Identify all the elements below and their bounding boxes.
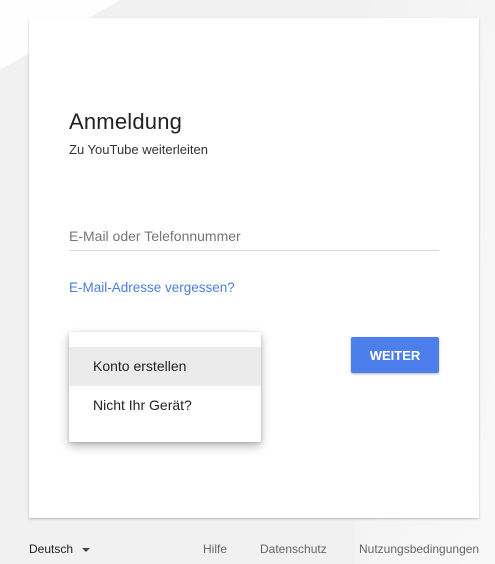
language-label: Deutsch [29, 542, 74, 556]
footer-link-help[interactable]: Hilfe [203, 542, 227, 556]
signin-card: Anmeldung Zu YouTube weiterleiten E-Mail… [29, 18, 479, 518]
footer: Deutsch Hilfe Datenschutz Nutzungsbeding… [29, 542, 481, 560]
page-title: Anmeldung [69, 109, 183, 134]
caret-down-icon [82, 547, 91, 552]
next-button[interactable]: WEITER [351, 337, 439, 373]
footer-link-terms[interactable]: Nutzungsbedingungen [359, 542, 479, 556]
page-subtitle: Zu YouTube weiterleiten [69, 142, 209, 157]
email-field[interactable] [69, 224, 439, 248]
menu-item-create-account[interactable]: Konto erstellen [69, 347, 261, 386]
more-options-menu: Konto erstellen Nicht Ihr Gerät? [69, 332, 261, 442]
menu-item-not-your-device[interactable]: Nicht Ihr Gerät? [69, 386, 261, 425]
language-selector[interactable]: Deutsch [29, 542, 91, 556]
footer-link-privacy[interactable]: Datenschutz [260, 542, 327, 556]
email-field-container [69, 224, 439, 251]
forgot-email-link[interactable]: E-Mail-Adresse vergessen? [69, 280, 235, 295]
